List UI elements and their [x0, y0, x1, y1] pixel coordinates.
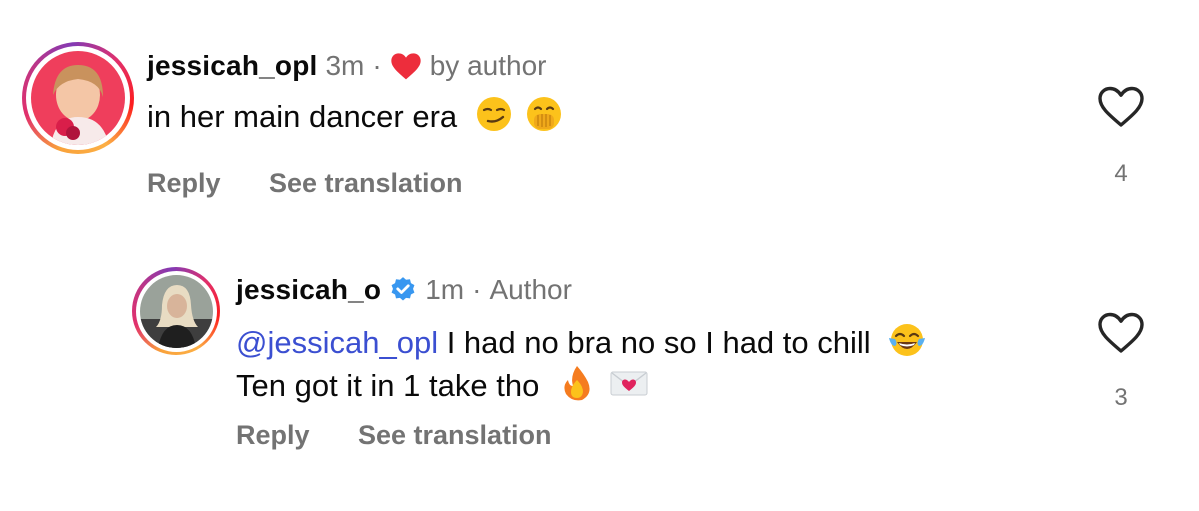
comment-username[interactable]: jessicah_o: [236, 274, 381, 306]
comment-text-line: in her main dancer era: [147, 96, 562, 142]
see-translation-button[interactable]: See translation: [269, 168, 463, 198]
author-badge: Author: [489, 274, 572, 305]
face-with-hand-over-mouth-emoji: [526, 96, 562, 142]
meta-separator: ·: [472, 274, 482, 305]
comment-text-line: @jessicah_opl I had no bra no so I had t…: [236, 322, 927, 368]
avatar-story-ring[interactable]: [132, 267, 220, 355]
comment-text: in her main dancer era: [147, 99, 458, 135]
reply-button[interactable]: Reply: [147, 168, 221, 198]
fire-emoji: [560, 364, 594, 412]
verified-badge-icon: [389, 276, 417, 304]
heart-outline-icon[interactable]: [1097, 312, 1145, 354]
love-letter-emoji: [609, 368, 649, 408]
heart-outline-icon[interactable]: [1097, 86, 1145, 128]
see-translation-button[interactable]: See translation: [358, 420, 552, 450]
heart-filled-icon: [390, 51, 422, 81]
comment-text: I had no bra no so I had to chill: [446, 325, 871, 361]
comment-text: Ten got it in 1 take tho: [236, 368, 540, 404]
like-count: 3: [1114, 384, 1128, 411]
comment-username[interactable]: jessicah_opl: [147, 50, 317, 82]
tears-of-joy-emoji: [887, 322, 927, 368]
avatar: [31, 51, 125, 145]
avatar-story-ring[interactable]: [22, 42, 134, 154]
comment-time: 3m: [325, 50, 365, 81]
mention-link[interactable]: @jessicah_opl: [236, 325, 438, 360]
smirking-face-emoji: [476, 96, 512, 142]
meta-separator: ·: [372, 50, 382, 81]
avatar: [139, 274, 213, 348]
reply-button[interactable]: Reply: [236, 420, 310, 450]
comment-text-line: Ten got it in 1 take tho: [236, 364, 649, 412]
comment-time: 1m: [425, 274, 465, 305]
liked-by-author-label: by author: [429, 50, 547, 81]
like-count: 4: [1114, 160, 1128, 187]
